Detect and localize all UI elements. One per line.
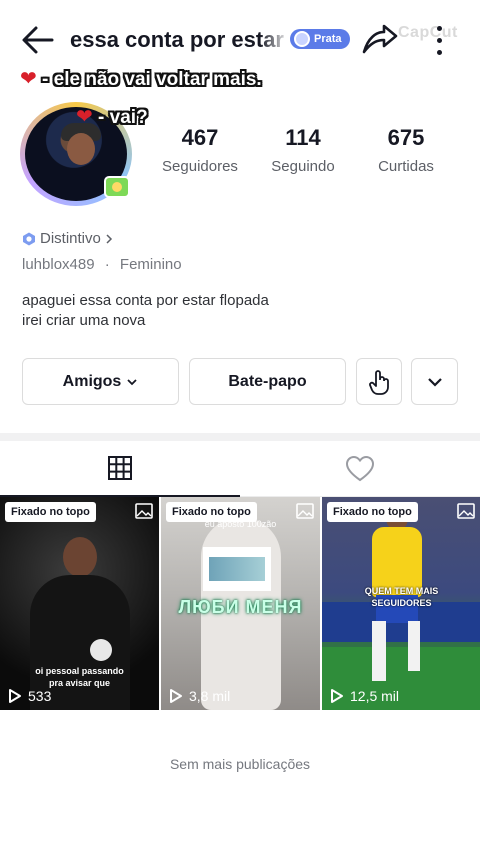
badges-label: Distintivo — [40, 230, 101, 247]
player-leg — [408, 621, 420, 671]
view-count-value: 533 — [28, 688, 52, 704]
likes-stat[interactable]: 675 Curtidas — [356, 124, 456, 175]
spotify-logo-icon — [90, 639, 112, 661]
video-tile[interactable]: QUEM TEM MAIS SEGUIDORES Fixado no topo … — [322, 497, 480, 710]
heart-icon: ❤ — [20, 68, 37, 90]
title-fade — [260, 22, 290, 58]
view-count: 12,5 mil — [330, 688, 399, 704]
following-label: Seguindo — [271, 158, 335, 175]
chat-button[interactable]: Bate-papo — [189, 358, 346, 405]
following-stat[interactable]: 114 Seguindo — [253, 124, 353, 175]
overlay-caption-2: ❤ - vai? — [76, 104, 148, 129]
friends-button[interactable]: Amigos — [22, 358, 179, 405]
avatar-face — [67, 133, 95, 165]
banknote-sticker — [203, 547, 271, 591]
heart-icon: ❤ — [76, 106, 93, 128]
header-title: essa conta por estar f — [70, 27, 290, 52]
view-count-value: 12,5 mil — [350, 688, 400, 704]
back-button[interactable] — [18, 20, 58, 60]
dot-icon — [437, 50, 442, 55]
followers-label: Seguidores — [162, 158, 238, 175]
photo-icon — [135, 503, 153, 519]
tab-videos[interactable] — [0, 441, 240, 497]
play-icon — [9, 689, 21, 703]
following-count: 114 — [285, 125, 321, 150]
likes-count: 675 — [387, 125, 425, 150]
play-icon — [331, 689, 343, 703]
separator-dot: · — [104, 256, 110, 273]
pinned-label: Fixado no topo — [5, 502, 96, 522]
badge-coin-icon — [294, 31, 310, 47]
tab-liked[interactable] — [240, 441, 480, 497]
suggestions-toggle-button[interactable] — [411, 358, 458, 405]
view-count: 533 — [8, 688, 51, 704]
followers-count: 467 — [181, 125, 219, 150]
play-icon — [170, 689, 182, 703]
chevron-down-icon — [127, 378, 137, 385]
poke-button[interactable] — [356, 358, 402, 405]
bio-line-2: irei criar uma nova — [22, 312, 146, 329]
video-grid: Fixado no topo oi pessoal passando pra a… — [0, 497, 480, 710]
username-line: luhblox489 · Feminino — [22, 256, 182, 273]
section-divider — [0, 433, 480, 441]
profile-bio: apaguei essa conta por estar flopada ire… — [22, 291, 269, 331]
overlay-line-2: - vai? — [98, 107, 148, 128]
chevron-right-icon — [106, 233, 112, 244]
view-count-value: 3,8 mil — [189, 688, 231, 704]
gender-label: Feminino — [119, 256, 182, 273]
thumbnail-head — [63, 537, 97, 577]
hand-tap-icon — [369, 369, 389, 395]
dot-icon — [437, 38, 442, 43]
badge-hex-icon — [23, 232, 35, 245]
tier-badge-label: Prata — [314, 33, 342, 45]
followers-stat[interactable]: 467 Seguidores — [150, 124, 250, 175]
photo-icon — [457, 503, 475, 519]
player-leg — [372, 621, 386, 681]
arrow-left-icon — [22, 26, 54, 54]
username: luhblox489 — [22, 256, 95, 273]
pinned-label: Fixado no topo — [166, 502, 257, 522]
tier-badge[interactable]: Prata — [290, 29, 350, 49]
more-options-button[interactable] — [428, 20, 452, 60]
overlay-caption-1: ❤ - ele não vai voltar mais. — [20, 66, 262, 91]
badges-link[interactable]: Distintivo — [22, 230, 115, 247]
chevron-down-icon — [427, 377, 442, 387]
share-arrow-icon — [362, 24, 398, 54]
post-caption-big: ЛЮБИ МЕНЯ — [178, 597, 303, 617]
heart-outline-icon — [345, 455, 375, 481]
likes-label: Curtidas — [378, 158, 434, 175]
post-caption: oi pessoal passando pra avisar que — [35, 666, 124, 688]
grid-icon — [108, 456, 132, 480]
post-caption: QUEM TEM MAIS SEGUIDORES — [364, 586, 439, 608]
friends-button-label: Amigos — [62, 372, 122, 390]
pinned-label: Fixado no topo — [327, 502, 418, 522]
camera-sticker-icon — [104, 176, 130, 198]
no-more-posts-label: Sem mais publicações — [169, 756, 311, 772]
photo-icon — [296, 503, 314, 519]
dot-icon — [437, 26, 442, 31]
bio-line-1: apaguei essa conta por estar flopada — [22, 292, 269, 309]
overlay-line-1: - ele não vai voltar mais. — [42, 69, 262, 90]
view-count: 3,8 mil — [169, 688, 230, 704]
video-tile[interactable]: Fixado no topo oi pessoal passando pra a… — [0, 497, 159, 710]
share-button[interactable] — [360, 20, 400, 60]
chat-button-label: Bate-papo — [228, 372, 307, 390]
video-tile[interactable]: eu aposto 100zão ЛЮБИ МЕНЯ Fixado no top… — [161, 497, 320, 710]
